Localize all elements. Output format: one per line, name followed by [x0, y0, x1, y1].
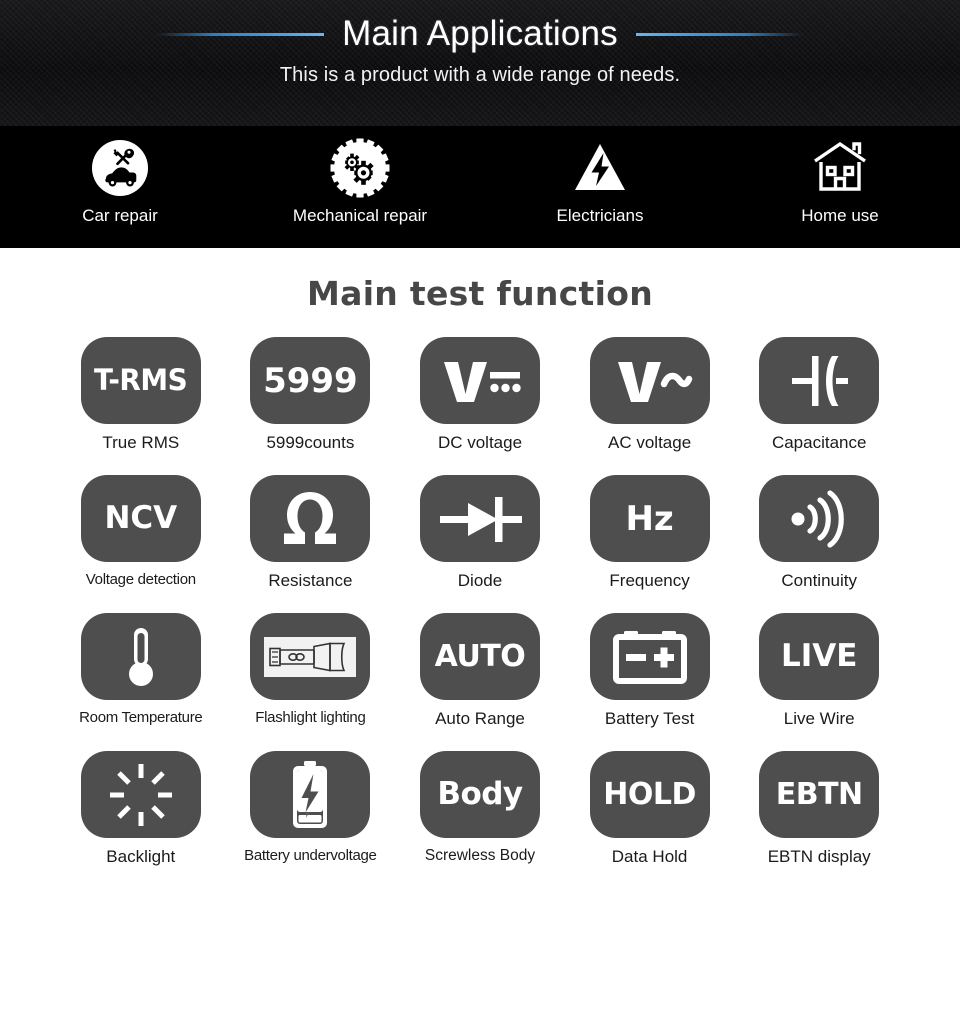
page-title: Main Applications [342, 14, 618, 53]
function-label: Room Temperature [79, 709, 203, 726]
body-text-icon: Body [419, 751, 540, 838]
function-item-frequency: Hz Frequency [565, 475, 735, 591]
function-item-resistance: Resistance [226, 475, 396, 591]
page-root: Main Applications This is a product with… [0, 0, 960, 1029]
battery-bolt-icon [250, 751, 371, 838]
t-rms-text-icon: T-RMS [80, 337, 201, 424]
function-label: Diode [457, 571, 503, 590]
hz-text-icon: Hz [589, 475, 710, 562]
high-voltage-triangle-icon [569, 137, 631, 199]
live-text-icon: LIVE [759, 613, 880, 700]
ncv-text-icon: NCV [80, 475, 201, 562]
hero-subtitle: This is a product with a wide range of n… [279, 64, 681, 86]
functions-title: Main test function [306, 274, 654, 313]
application-label: Car repair [82, 206, 158, 225]
function-label: Battery Test [604, 709, 695, 728]
function-label: True RMS [102, 433, 180, 452]
function-label: Data Hold [611, 847, 688, 866]
function-item-ebtn-display: EBTN EBTN display [734, 751, 904, 867]
hero-rule-left-decoration [156, 32, 325, 36]
application-label: Mechanical repair [292, 206, 428, 225]
auto-text-icon: AUTO [419, 613, 540, 700]
diode-icon [419, 475, 540, 562]
gears-icon [329, 137, 391, 199]
function-label: Battery undervoltage [244, 847, 377, 864]
5999-text-icon: 5999 [250, 337, 371, 424]
function-item-backlight: Backlight [56, 751, 226, 867]
applications-bar: Car repair Mechanical repair Electrician… [0, 126, 960, 248]
tile-glyph: 5999 [263, 360, 358, 401]
car-repair-icon [89, 137, 151, 199]
dc-voltage-icon [419, 337, 540, 424]
function-item-dc-voltage: DC voltage [395, 337, 565, 453]
tile-glyph: Hz [625, 498, 674, 539]
function-label: 5999counts [266, 433, 355, 452]
tile-glyph: AUTO [434, 638, 526, 674]
omega-icon [250, 475, 371, 562]
thermometer-icon [80, 613, 201, 700]
function-item-continuity: Continuity [734, 475, 904, 591]
application-item-mechanical-repair: Mechanical repair [240, 126, 480, 226]
tile-glyph: Body [437, 776, 523, 812]
function-label: Resistance [268, 571, 353, 590]
functions-section: Main test function T-RMS True RMS 5999 5… [0, 248, 960, 867]
application-label: Electricians [556, 206, 644, 225]
hero-title-row: Main Applications [0, 0, 960, 54]
function-label: DC voltage [437, 433, 523, 452]
functions-grid: T-RMS True RMS 5999 5999counts DC voltag… [0, 337, 960, 867]
car-battery-icon [589, 613, 710, 700]
hero-rule-right-decoration [635, 32, 804, 36]
application-item-car-repair: Car repair [0, 126, 240, 226]
function-item-live-wire: LIVE Live Wire [734, 613, 904, 729]
function-item-capacitance: Capacitance [734, 337, 904, 453]
tile-glyph: HOLD [603, 776, 696, 812]
function-item-ac-voltage: AC voltage [565, 337, 735, 453]
function-label: Live Wire [783, 709, 855, 728]
function-item-data-hold: HOLD Data Hold [565, 751, 735, 867]
function-item-true-rms: T-RMS True RMS [56, 337, 226, 453]
function-label: AC voltage [608, 433, 692, 452]
application-item-electricians: Electricians [480, 126, 720, 226]
function-label: Capacitance [771, 433, 867, 452]
function-item-flashlight: Flashlight lighting [226, 613, 396, 729]
function-label: Frequency [609, 571, 690, 590]
function-item-battery-undervoltage: Battery undervoltage [226, 751, 396, 867]
function-item-voltage-detection: NCV Voltage detection [56, 475, 226, 591]
function-item-5999counts: 5999 5999counts [226, 337, 396, 453]
function-item-screwless-body: Body Screwless Body [395, 751, 565, 867]
capacitor-icon [759, 337, 880, 424]
buzzer-wave-icon [759, 475, 880, 562]
flashlight-icon [250, 613, 371, 700]
hold-text-icon: HOLD [589, 751, 710, 838]
ac-voltage-icon [589, 337, 710, 424]
function-item-room-temperature: Room Temperature [56, 613, 226, 729]
application-label: Home use [801, 206, 879, 225]
function-item-auto-range: AUTO Auto Range [395, 613, 565, 729]
function-label: Screwless Body [424, 847, 536, 864]
function-label: Auto Range [435, 709, 525, 728]
function-label: Voltage detection [85, 571, 196, 588]
function-label: Flashlight lighting [255, 709, 366, 726]
function-item-diode: Diode [395, 475, 565, 591]
ebtn-text-icon: EBTN [759, 751, 880, 838]
tile-glyph: NCV [104, 500, 178, 536]
function-label: Backlight [106, 847, 176, 866]
tile-glyph: LIVE [780, 638, 858, 674]
hero-banner: Main Applications This is a product with… [0, 0, 960, 126]
function-item-battery-test: Battery Test [565, 613, 735, 729]
application-item-home-use: Home use [720, 126, 960, 226]
tile-glyph: T-RMS [94, 363, 188, 397]
function-label: EBTN display [767, 847, 871, 866]
backlight-rays-icon [80, 751, 201, 838]
tile-glyph: EBTN [775, 776, 863, 812]
function-label: Continuity [781, 571, 857, 590]
house-icon [809, 137, 871, 199]
